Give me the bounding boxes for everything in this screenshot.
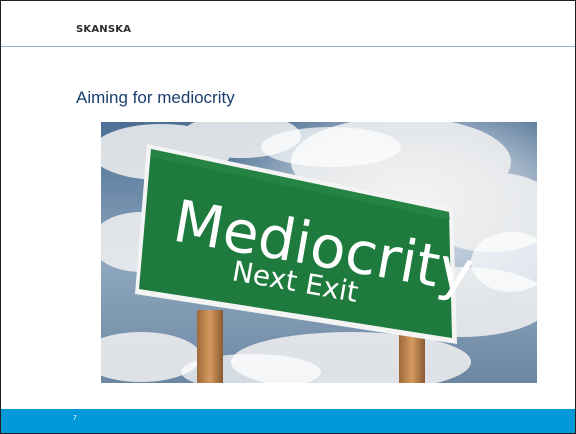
footer-bar: 7 [1,409,575,433]
brand-logo: SKANSKA [76,24,132,35]
header-divider [1,46,575,47]
page-number: 7 [73,415,77,422]
slide: SKANSKA Aiming for mediocrity Mediocrity… [0,0,576,434]
slide-title: Aiming for mediocrity [76,88,235,107]
highway-sign-photo: Mediocrity Next Exit [101,122,537,383]
slide-header: SKANSKA [1,1,575,47]
